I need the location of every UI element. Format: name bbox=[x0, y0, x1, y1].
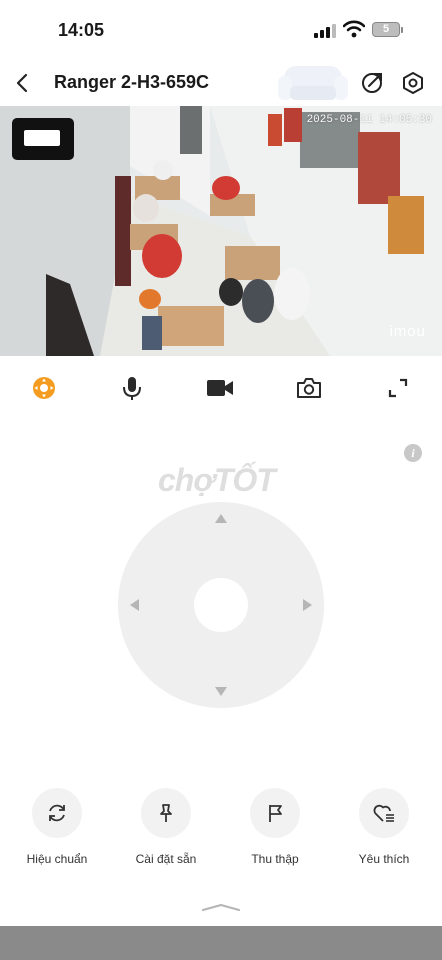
collect-button[interactable]: Thu thập bbox=[220, 788, 330, 866]
pan-right-arrow[interactable] bbox=[303, 599, 312, 611]
flag-icon bbox=[250, 788, 300, 838]
ptz-control-icon[interactable] bbox=[30, 374, 58, 402]
navigation-bar: Ranger 2-H3-659C bbox=[0, 58, 442, 108]
back-icon[interactable] bbox=[10, 70, 36, 96]
pin-icon bbox=[141, 788, 191, 838]
settings-icon[interactable] bbox=[401, 71, 425, 95]
calibrate-label: Hiệu chuẩn bbox=[26, 852, 88, 866]
pan-left-arrow[interactable] bbox=[130, 599, 139, 611]
bottom-sheet-area bbox=[0, 890, 442, 926]
camera-timestamp: 2025-08-11 14:05:30 bbox=[306, 114, 432, 126]
preset-label: Cài đặt sẵn bbox=[135, 852, 197, 866]
cellular-signal-icon bbox=[314, 24, 336, 38]
ptz-actions: Hiệu chuẩn Cài đặt sẵn Thu thập Yêu thíc… bbox=[0, 780, 442, 890]
share-icon[interactable] bbox=[360, 71, 384, 95]
bottom-bar bbox=[0, 926, 442, 960]
sofa-decoration-icon bbox=[278, 66, 348, 100]
pan-up-arrow[interactable] bbox=[215, 514, 227, 523]
watermark-logo: chợTỐT bbox=[158, 462, 276, 498]
calibrate-icon bbox=[32, 788, 82, 838]
status-time: 14:05 bbox=[58, 20, 105, 40]
favorite-button[interactable]: Yêu thích bbox=[329, 788, 439, 866]
preset-button[interactable]: Cài đặt sẵn bbox=[111, 788, 221, 866]
expand-handle-icon[interactable] bbox=[201, 902, 241, 912]
privacy-mask bbox=[12, 118, 74, 160]
collect-label: Thu thập bbox=[251, 852, 299, 866]
status-bar: 14:05 5 bbox=[0, 0, 442, 58]
heart-list-icon bbox=[359, 788, 409, 838]
battery-tip bbox=[401, 27, 403, 33]
camera-toolbar bbox=[0, 356, 442, 420]
info-icon[interactable]: i bbox=[404, 444, 422, 462]
wifi-icon bbox=[343, 20, 365, 38]
ptz-panel: i chợTỐT bbox=[0, 420, 442, 780]
snapshot-icon[interactable] bbox=[295, 374, 323, 402]
battery-icon: 5 bbox=[372, 22, 400, 37]
camera-brand-logo: imou bbox=[389, 323, 426, 340]
device-title: Ranger 2-H3-659C bbox=[54, 72, 210, 92]
camera-live-feed[interactable]: 2025-08-11 14:05:30 imou bbox=[0, 106, 442, 356]
joystick-center[interactable] bbox=[194, 578, 248, 632]
fullscreen-icon[interactable] bbox=[384, 374, 412, 402]
calibrate-button[interactable]: Hiệu chuẩn bbox=[2, 788, 112, 866]
favorite-label: Yêu thích bbox=[358, 852, 410, 866]
microphone-icon[interactable] bbox=[118, 374, 146, 402]
video-record-icon[interactable] bbox=[206, 374, 234, 402]
pan-down-arrow[interactable] bbox=[215, 687, 227, 696]
ptz-joystick[interactable] bbox=[118, 502, 324, 708]
